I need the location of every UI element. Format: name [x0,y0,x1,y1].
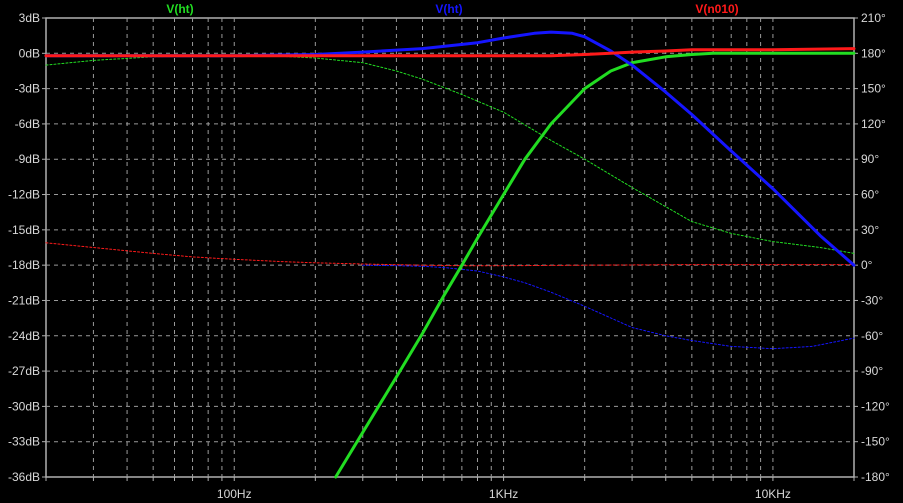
y-right-tick-label: -90° [861,364,883,378]
y-left-tick-label: -9dB [15,152,40,166]
y-left-tick-label: 0dB [19,46,40,60]
y-left-tick-label: -27dB [8,364,40,378]
y-left-tick-label: -33dB [8,435,40,449]
y-right-tick-label: -150° [861,435,890,449]
y-left-tick-label: -15dB [8,223,40,237]
legend-item[interactable]: V(ht) [435,2,462,16]
bode-plot: 3dB 0dB -3dB -6dB -9dB -12dB -15dB -18dB -21dB -2… [8,2,890,501]
y-left-tick-label: -30dB [8,399,40,413]
traces [44,30,856,479]
y-right-tick-label: 60° [861,188,879,202]
y-right-tick-label: -180° [861,470,890,484]
y-left-tick-label: -21dB [8,293,40,307]
y-left-tick-label: -36dB [8,470,40,484]
x-tick-label: 10KHz [755,487,791,501]
y-right-tick-label: -120° [861,399,890,413]
y-left-tick-label: -12dB [8,188,40,202]
trace-phase-5 [45,242,855,267]
y-right-tick-label: 90° [861,152,879,166]
y-right-tick-label: 120° [861,117,886,131]
y-left-tick-label: -3dB [15,82,40,96]
y-right-tick-label: 0° [861,258,873,272]
y-right-tick-label: 210° [861,11,886,25]
x-tick-label: 1KHz [489,487,518,501]
y-left-tick-label: 3dB [19,11,40,25]
y-right-tick-label: 180° [861,46,886,60]
y-right-tick-label: -60° [861,329,883,343]
legend-item[interactable]: V(ht) [166,2,193,16]
grid [46,18,854,477]
legend-item[interactable]: V(n010) [695,2,738,16]
axis-ticks: 3dB 0dB -3dB -6dB -9dB -12dB -15dB -18dB -21dB -2… [8,11,890,501]
y-right-tick-label: -30° [861,293,883,307]
trace-phase-1 [45,55,855,254]
y-left-tick-label: -24dB [8,329,40,343]
y-right-tick-label: 30° [861,223,879,237]
legend: V(ht) V(ht) V(n010) [166,2,738,16]
x-tick-label: 100Hz [217,487,252,501]
y-left-tick-label: -18dB [8,258,40,272]
plot-area-border [45,17,855,478]
y-right-tick-label: 150° [861,82,886,96]
y-left-tick-label: -6dB [15,117,40,131]
